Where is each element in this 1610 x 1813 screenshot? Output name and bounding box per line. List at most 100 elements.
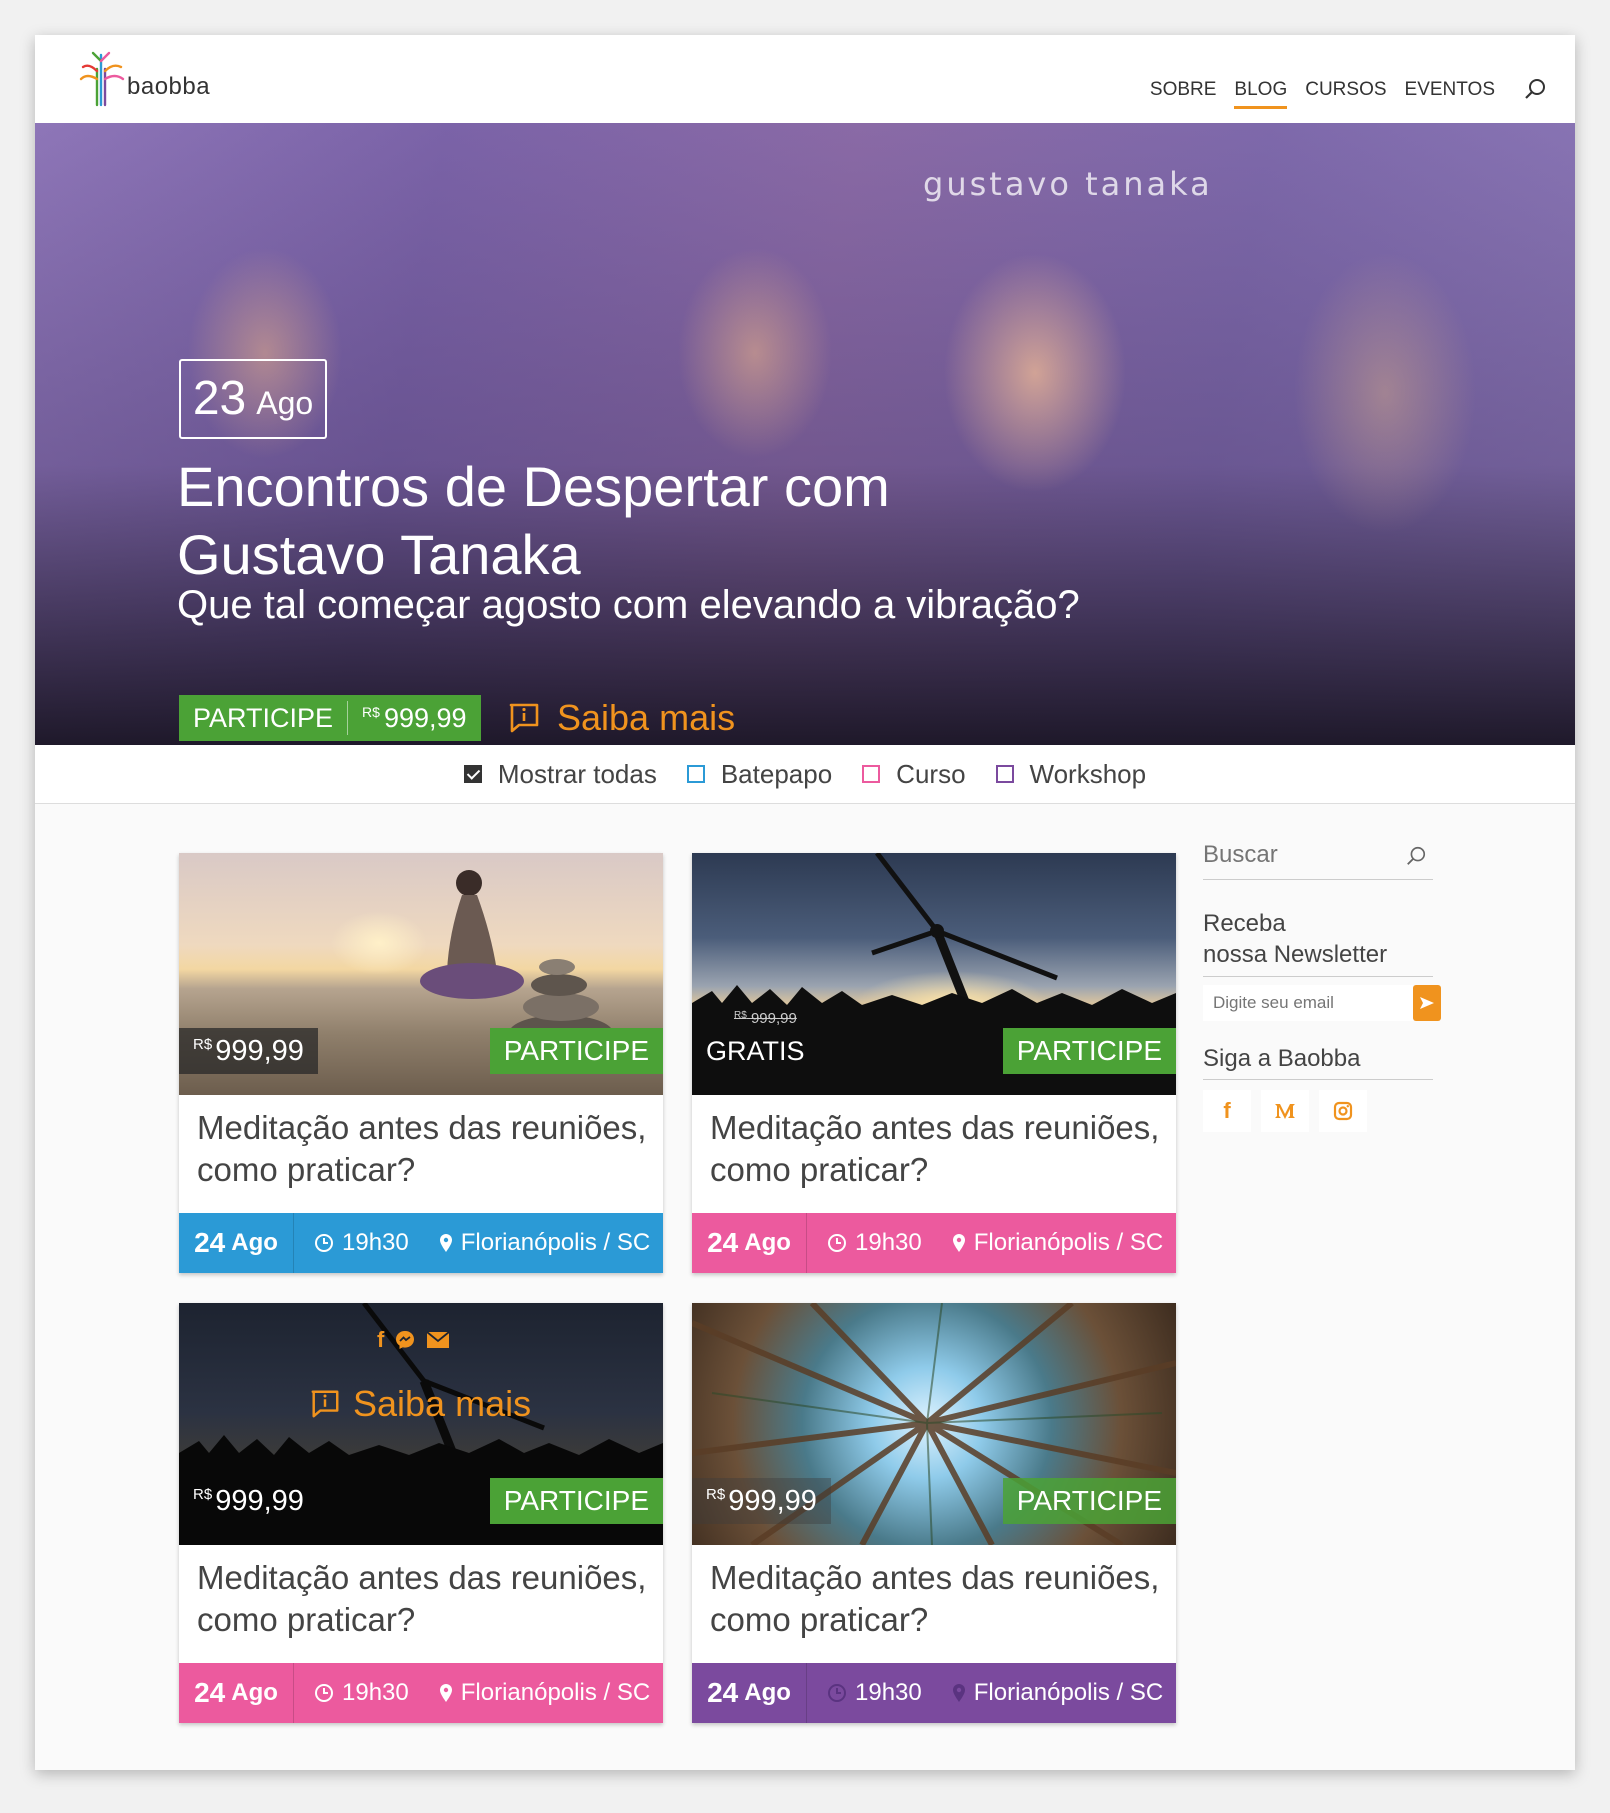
card-participe-button[interactable]: PARTICIPE bbox=[489, 1478, 663, 1524]
newsletter-title-line1: Receba bbox=[1203, 910, 1286, 937]
price-value: 999,99 bbox=[383, 702, 467, 733]
newsletter-form bbox=[1203, 985, 1441, 1021]
card-info-bar: 24 Ago 19h30 Florianópolis / SC bbox=[179, 1213, 663, 1273]
sidebar-search-input[interactable] bbox=[1203, 841, 1393, 869]
messenger-icon[interactable] bbox=[394, 1329, 416, 1351]
checkbox[interactable] bbox=[995, 765, 1014, 783]
newsletter-submit-button[interactable] bbox=[1413, 985, 1441, 1021]
card-date: 24 Ago bbox=[179, 1213, 294, 1273]
card-title[interactable]: Meditação antes das reuniões, como prati… bbox=[710, 1557, 1160, 1641]
clock-icon bbox=[315, 1684, 333, 1702]
price-currency: R$ bbox=[193, 1036, 213, 1053]
facebook-icon[interactable]: f bbox=[377, 1327, 384, 1353]
nav-eventos[interactable]: EVENTOS bbox=[1405, 79, 1495, 109]
card-date-day: 24 bbox=[707, 1677, 739, 1708]
saiba-mais-label: Saiba mais bbox=[353, 1383, 532, 1424]
hero-subtitle: Que tal começar agosto com elevando a vi… bbox=[177, 583, 1080, 627]
hero-date-day: 23 bbox=[192, 372, 247, 425]
button-divider bbox=[347, 701, 349, 735]
card-participe-button[interactable]: PARTICIPE bbox=[489, 1028, 663, 1074]
price-value: 999,99 bbox=[728, 1484, 817, 1517]
clock-icon bbox=[828, 1684, 846, 1702]
card-date-month: Ago bbox=[744, 1229, 791, 1256]
map-pin-icon bbox=[439, 1234, 452, 1252]
card-date: 24 Ago bbox=[692, 1213, 807, 1273]
card-time: 19h30 bbox=[827, 1229, 922, 1257]
card-location-text: Florianópolis / SC bbox=[973, 1229, 1164, 1256]
old-price-currency: R$ bbox=[734, 1010, 747, 1021]
card-price-tag: R$ 999,99 bbox=[179, 1478, 318, 1524]
checkbox[interactable] bbox=[862, 765, 881, 783]
card-time-text: 19h30 bbox=[855, 1229, 922, 1256]
sidebar-search bbox=[1203, 841, 1433, 880]
filter-mostrar-todas[interactable]: Mostrar todas bbox=[463, 759, 657, 790]
filter-workshop[interactable]: Workshop bbox=[995, 758, 1147, 790]
card-location: Florianópolis / SC bbox=[952, 1679, 1163, 1707]
facebook-icon[interactable]: f bbox=[1203, 1090, 1251, 1132]
price-value: 999,99 bbox=[215, 1484, 304, 1517]
card-date-month: Ago bbox=[231, 1679, 278, 1706]
category-filters: Mostrar todas Batepapo Curso Workshop bbox=[35, 745, 1575, 804]
card-participe-button[interactable]: PARTICIPE bbox=[1002, 1028, 1176, 1074]
map-pin-icon bbox=[952, 1234, 965, 1252]
event-card[interactable]: R$ 999,99 PARTICIPE Meditação antes das … bbox=[692, 1303, 1176, 1723]
card-date-day: 24 bbox=[194, 1227, 226, 1258]
card-date: 24 Ago bbox=[692, 1663, 807, 1723]
card-saiba-mais-link[interactable]: Saiba mais bbox=[309, 1383, 531, 1425]
hero-participe-button[interactable]: PARTICIPE R$ 999,99 bbox=[179, 695, 481, 741]
event-card[interactable]: f Saiba mais R$ 999,99 PARTICIPE Meditaç… bbox=[179, 1303, 663, 1723]
search-icon[interactable] bbox=[1523, 77, 1547, 101]
filter-label: Workshop bbox=[1029, 758, 1147, 789]
card-participe-button[interactable]: PARTICIPE bbox=[1002, 1478, 1176, 1524]
card-location-text: Florianópolis / SC bbox=[973, 1679, 1164, 1706]
event-card[interactable]: R$ 999,99 PARTICIPE Meditação antes das … bbox=[179, 853, 663, 1273]
filter-label: Batepapo bbox=[720, 758, 833, 789]
card-date: 24 Ago bbox=[179, 1663, 294, 1723]
price-currency: R$ bbox=[362, 704, 380, 720]
price-currency: R$ bbox=[193, 1486, 213, 1503]
clock-icon bbox=[315, 1234, 333, 1252]
hero-date-box: 23 Ago bbox=[179, 359, 327, 439]
newsletter-title-line2: nossa Newsletter bbox=[1203, 941, 1388, 968]
nav-sobre[interactable]: SOBRE bbox=[1150, 79, 1217, 109]
checkbox-checked[interactable] bbox=[463, 765, 482, 783]
instagram-icon[interactable] bbox=[1319, 1090, 1367, 1132]
nav-cursos[interactable]: CURSOS bbox=[1305, 79, 1386, 109]
card-title[interactable]: Meditação antes das reuniões, como prati… bbox=[197, 1107, 647, 1191]
card-price-tag: GRATIS bbox=[692, 1028, 819, 1074]
event-card[interactable]: R$ 999,99 GRATIS PARTICIPE Meditação ant… bbox=[692, 853, 1176, 1273]
card-location-text: Florianópolis / SC bbox=[460, 1679, 651, 1706]
hero-saiba-mais-link[interactable]: Saiba mais bbox=[507, 697, 735, 739]
card-price-tag: R$ 999,99 bbox=[692, 1478, 831, 1524]
checkbox[interactable] bbox=[686, 765, 705, 783]
search-icon[interactable] bbox=[1405, 845, 1427, 867]
card-date-day: 24 bbox=[194, 1677, 226, 1708]
send-icon bbox=[1420, 997, 1434, 1009]
filter-batepapo[interactable]: Batepapo bbox=[686, 758, 833, 790]
nav-blog[interactable]: BLOG bbox=[1234, 79, 1287, 109]
card-date-month: Ago bbox=[744, 1679, 791, 1706]
filter-curso[interactable]: Curso bbox=[862, 758, 966, 790]
hero-watermark: gustavo tanaka bbox=[923, 165, 1213, 203]
mail-icon[interactable] bbox=[426, 1331, 450, 1349]
medium-icon[interactable] bbox=[1261, 1090, 1309, 1132]
filter-label: Curso bbox=[896, 758, 966, 789]
card-title[interactable]: Meditação antes das reuniões, como prati… bbox=[710, 1107, 1160, 1191]
price-value: 999,99 bbox=[215, 1034, 304, 1067]
card-location: Florianópolis / SC bbox=[439, 1229, 650, 1257]
saiba-mais-label: Saiba mais bbox=[557, 697, 736, 738]
card-price-tag: R$ 999,99 bbox=[179, 1028, 318, 1074]
email-field[interactable] bbox=[1203, 985, 1413, 1021]
baobba-logo[interactable]: baobba bbox=[77, 49, 210, 109]
browser-page: baobba SOBRE BLOG CURSOS EVENTOS gustavo… bbox=[35, 35, 1575, 1770]
card-old-price: R$ 999,99 bbox=[734, 1010, 797, 1027]
info-chat-icon bbox=[311, 1390, 339, 1418]
old-price-value: 999,99 bbox=[750, 1010, 797, 1027]
map-pin-icon bbox=[439, 1684, 452, 1702]
price-gratis: GRATIS bbox=[706, 1035, 805, 1066]
main-nav: SOBRE BLOG CURSOS EVENTOS bbox=[1150, 79, 1495, 109]
card-time: 19h30 bbox=[827, 1679, 922, 1707]
site-header: baobba SOBRE BLOG CURSOS EVENTOS bbox=[35, 35, 1575, 123]
card-title[interactable]: Meditação antes das reuniões, como prati… bbox=[197, 1557, 647, 1641]
map-pin-icon bbox=[952, 1684, 965, 1702]
